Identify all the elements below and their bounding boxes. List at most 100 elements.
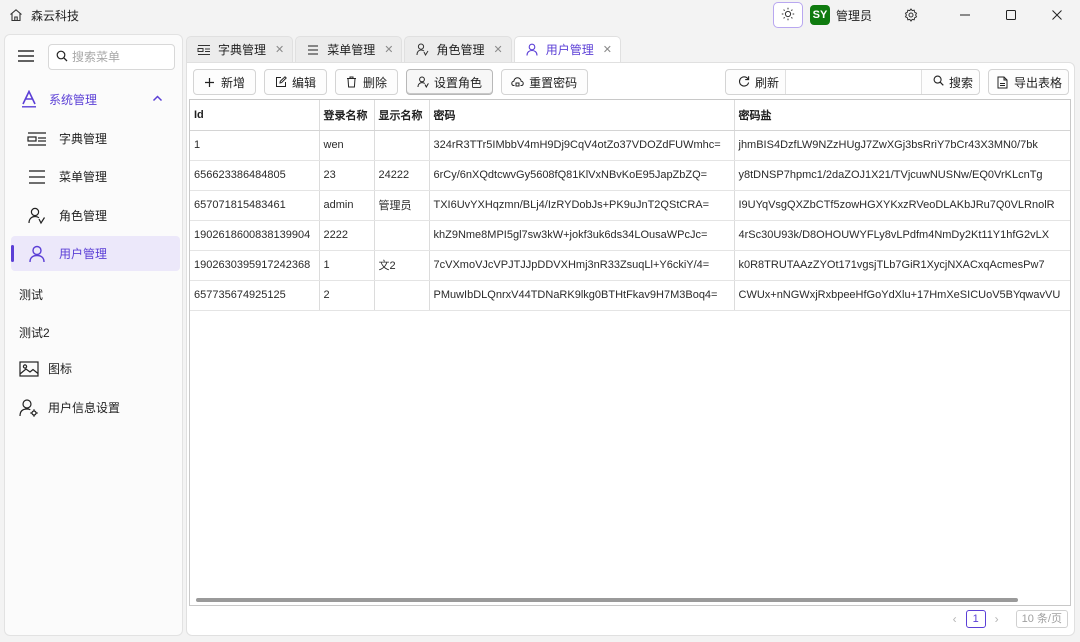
page-size-select[interactable]: 10 条/页	[1015, 610, 1068, 628]
chevron-up-icon[interactable]	[152, 93, 163, 107]
sidebar-item-user-info-settings[interactable]: 用户信息设置	[11, 390, 180, 425]
edit-button[interactable]: 编辑	[264, 69, 328, 95]
export-label: 导出表格	[1013, 75, 1062, 90]
cell-id: 657071815483461	[190, 190, 320, 221]
refresh-label: 刷新	[754, 75, 779, 90]
title-bar: 森云科技 SY 管理员	[0, 0, 1080, 30]
dictionary-icon	[27, 129, 47, 149]
refresh-icon	[738, 75, 750, 90]
tab-bar: 字典管理 ✕ 菜单管理 ✕ 角色管理 ✕ 用户管理 ✕	[186, 36, 623, 62]
page-number-button[interactable]: 1	[965, 610, 986, 628]
set-role-button[interactable]: 设置角色	[406, 69, 494, 95]
menu-search-box[interactable]	[48, 44, 175, 70]
add-button[interactable]: 新增	[193, 69, 257, 95]
cell-password: khZ9Nme8MPI5gl7sw3kW+jokf3uk6ds34LOusaWP…	[429, 220, 735, 251]
sidebar-item-test[interactable]: 测试	[19, 286, 43, 303]
tab-users[interactable]: 用户管理 ✕	[513, 36, 621, 62]
add-label: 新增	[221, 75, 246, 90]
refresh-button[interactable]: 刷新	[726, 70, 786, 94]
sidebar-item-menu[interactable]: 菜单管理	[11, 159, 180, 194]
search-button[interactable]: 搜索	[922, 74, 979, 91]
sidebar-item-label: 用户信息设置	[48, 401, 121, 415]
dictionary-icon	[197, 43, 211, 57]
table-row[interactable]: 657071815483461 admin 管理员 TXI6UvYXHqzmn/…	[190, 190, 1070, 221]
tab-dictionary[interactable]: 字典管理 ✕	[186, 36, 294, 62]
search-label: 搜索	[948, 75, 973, 90]
sidebar-item-label: 字典管理	[59, 132, 108, 146]
cell-password: TXI6UvYXHqzmn/BLj4/IzRYDobJs+PK9uJnT2QSt…	[429, 190, 735, 221]
export-file-icon	[996, 76, 1009, 89]
cell-id: 657735674925125	[190, 280, 320, 311]
search-input[interactable]	[785, 70, 922, 94]
main-panel: 新增 编辑 删除 设置角色 重置密码 刷新 搜索 导出表格 Id 登录名称 显示…	[186, 62, 1075, 636]
cell-id: 1902630395917242368	[190, 250, 320, 281]
theme-toggle-button[interactable]	[772, 2, 803, 28]
prev-page-button[interactable]: ‹	[944, 612, 966, 626]
cell-id: 1902618600838139904	[190, 220, 320, 251]
user-icon	[27, 244, 47, 264]
reset-password-label: 重置密码	[529, 75, 578, 90]
sidebar-item-dictionary[interactable]: 字典管理	[11, 121, 180, 156]
settings-gear-icon[interactable]	[896, 0, 926, 30]
menu-search-input[interactable]	[72, 50, 162, 64]
nav-group-system[interactable]: 系统管理	[11, 83, 177, 115]
tab-menu[interactable]: 菜单管理 ✕	[295, 36, 403, 62]
list-icon	[306, 43, 320, 57]
app-title: 森云科技	[31, 8, 80, 23]
cell-password: 324rR3TTr5IMbbV4mH9Dj9CqV4otZo37VDOZdFUW…	[429, 130, 735, 161]
cell-password: 7cVXmoVJcVPJTJJpDDVXHmj3nR33ZsuqLl+Y6cki…	[429, 250, 735, 281]
search-icon	[49, 50, 68, 65]
user-table: Id 登录名称 显示名称 密码 密码盐 1 wen 324rR3TTr5IMbb…	[189, 99, 1071, 606]
sidebar-item-test2[interactable]: 测试2	[19, 324, 50, 341]
close-icon[interactable]: ✕	[493, 43, 502, 56]
hamburger-menu-icon[interactable]	[17, 47, 35, 65]
avatar[interactable]: SY	[809, 5, 830, 25]
sidebar-item-label: 菜单管理	[59, 170, 108, 184]
table-row[interactable]: 1902618600838139904 2222 khZ9Nme8MPI5gl7…	[190, 220, 1070, 251]
cell-display-name: 文2	[374, 250, 430, 281]
image-icon	[19, 359, 39, 379]
cell-id: 1	[190, 130, 320, 161]
cloud-lock-icon	[511, 76, 524, 89]
minimize-icon[interactable]	[942, 0, 988, 30]
table-row[interactable]: 657735674925125 2 PMuwIbDLQnrxV44TDNaRK9…	[190, 280, 1070, 311]
column-header[interactable]: Id	[190, 100, 320, 131]
next-page-button[interactable]: ›	[986, 612, 1008, 626]
tab-label: 角色管理	[436, 43, 485, 57]
column-header[interactable]: 密码盐	[734, 100, 1070, 131]
export-button[interactable]: 导出表格	[987, 69, 1069, 95]
user-name[interactable]: 管理员	[836, 7, 872, 24]
tab-role[interactable]: 角色管理 ✕	[404, 36, 512, 62]
cell-display-name	[374, 220, 430, 251]
trash-icon	[345, 76, 358, 89]
tab-label: 菜单管理	[327, 43, 376, 57]
sidebar-item-label: 图标	[48, 362, 73, 376]
sun-icon	[781, 7, 795, 24]
cell-salt: 4rSc30U93k/D8OHOUWYFLy8vLPdfm4NmDy2Kt11Y…	[734, 220, 1070, 251]
set-role-label: 设置角色	[434, 75, 483, 90]
maximize-icon[interactable]	[988, 0, 1034, 30]
column-header[interactable]: 密码	[429, 100, 735, 131]
sidebar-item-users[interactable]: 用户管理	[11, 236, 180, 271]
cell-salt: CWUx+nNGWxjRxbpeeHfGoYdXlu+17HmXeSICUoV5…	[734, 280, 1070, 311]
table-row[interactable]: 1 wen 324rR3TTr5IMbbV4mH9Dj9CqV4otZo37VD…	[190, 130, 1070, 161]
close-icon[interactable]: ✕	[275, 43, 284, 56]
sidebar-item-role[interactable]: 角色管理	[11, 198, 180, 233]
sidebar-item-label: 角色管理	[59, 209, 108, 223]
cell-id: 656623386484805	[190, 160, 320, 191]
column-header[interactable]: 登录名称	[319, 100, 375, 131]
close-icon[interactable]: ✕	[603, 43, 612, 56]
sidebar-item-icons[interactable]: 图标	[11, 351, 180, 386]
user-settings-icon	[19, 398, 39, 418]
action-toolbar: 新增 编辑 删除 设置角色 重置密码	[193, 69, 596, 95]
delete-button[interactable]: 删除	[335, 69, 399, 95]
horizontal-scrollbar[interactable]	[196, 598, 1018, 602]
column-header[interactable]: 显示名称	[374, 100, 430, 131]
role-user-icon	[416, 76, 429, 89]
home-icon[interactable]	[9, 8, 23, 22]
table-row[interactable]: 656623386484805 23 24222 6rCy/6nXQdtcwvG…	[190, 160, 1070, 191]
close-icon[interactable]: ✕	[384, 43, 393, 56]
close-icon[interactable]	[1034, 0, 1080, 30]
reset-password-button[interactable]: 重置密码	[501, 69, 589, 95]
table-row[interactable]: 1902630395917242368 1 文2 7cVXmoVJcVPJTJJ…	[190, 250, 1070, 281]
